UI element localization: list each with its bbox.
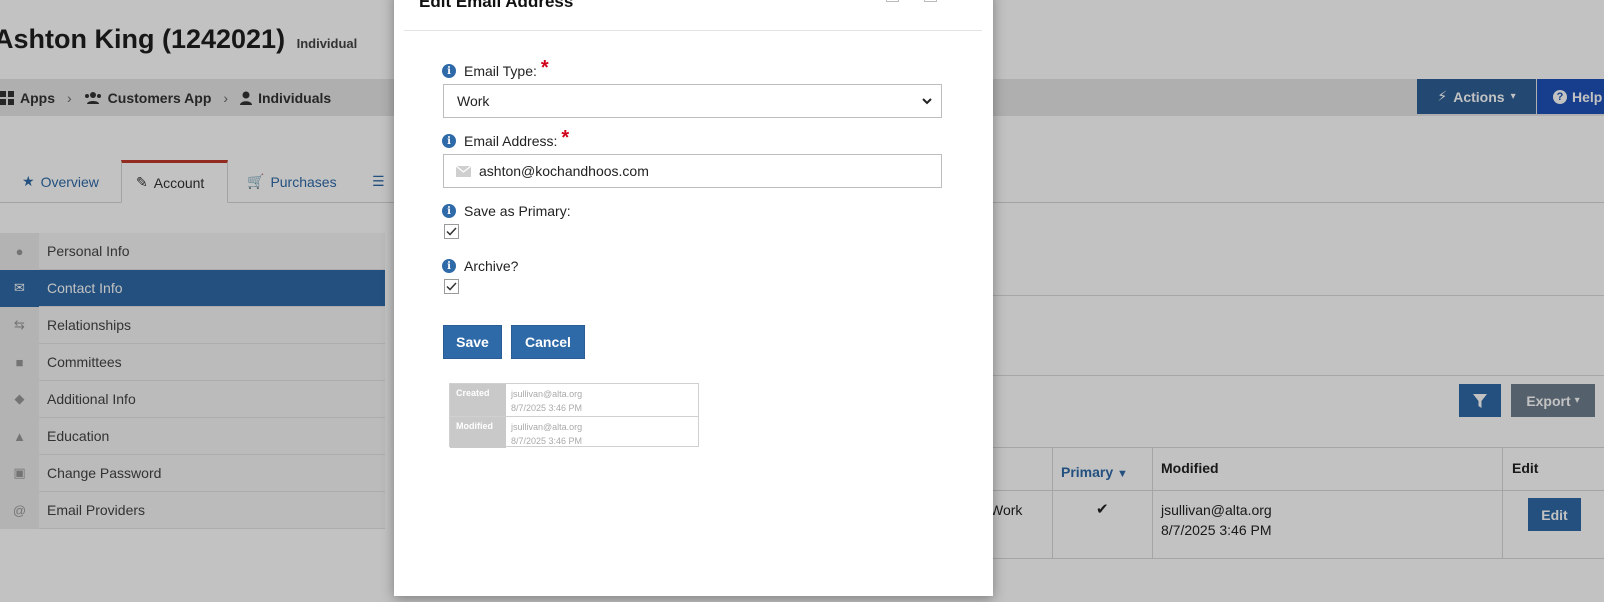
required-asterisk: * (540, 57, 549, 79)
modal-header-divider (404, 30, 982, 31)
checkmark-icon (446, 282, 457, 291)
audit-modified-value: jsullivan@alta.org 8/7/2025 3:46 PM (511, 420, 582, 448)
edit-email-modal: Edit Email Address i Email Type: * Work … (394, 0, 993, 596)
cancel-button[interactable]: Cancel (511, 325, 585, 359)
audit-info-table: Created jsullivan@alta.org 8/7/2025 3:46… (449, 383, 699, 448)
chevron-down-icon (922, 98, 932, 105)
email-type-select[interactable]: Work (443, 84, 942, 118)
audit-modified-at: 8/7/2025 3:46 PM (511, 436, 583, 446)
audit-row-modified: Modified jsullivan@alta.org 8/7/2025 3:4… (450, 416, 698, 448)
audit-created-by: jsullivan@alta.org (511, 389, 583, 399)
email-type-label-text: Email Type: (464, 63, 537, 79)
close-icon[interactable] (924, 0, 937, 2)
archive-checkbox[interactable] (444, 279, 459, 294)
audit-modified-by: jsullivan@alta.org (511, 422, 583, 432)
email-address-field[interactable] (443, 154, 942, 188)
save-primary-label-text: Save as Primary: (464, 203, 571, 219)
info-icon[interactable]: i (442, 134, 456, 148)
info-icon[interactable]: i (442, 64, 456, 78)
envelope-icon (456, 165, 471, 177)
email-address-input[interactable] (479, 163, 919, 179)
archive-label: i Archive? (442, 258, 518, 274)
save-primary-label: i Save as Primary: (442, 203, 571, 219)
email-address-label: i Email Address: * (442, 127, 570, 149)
audit-created-label: Created (450, 384, 506, 416)
modal-title: Edit Email Address (419, 0, 574, 11)
save-primary-checkbox[interactable] (444, 224, 459, 239)
audit-row-created: Created jsullivan@alta.org 8/7/2025 3:46… (450, 384, 698, 416)
required-asterisk: * (561, 127, 570, 149)
archive-label-text: Archive? (464, 258, 519, 274)
email-type-label: i Email Type: * (442, 57, 549, 79)
email-type-value: Work (457, 93, 490, 109)
audit-modified-label: Modified (450, 417, 506, 448)
checkmark-icon (446, 227, 457, 236)
maximize-icon[interactable] (886, 0, 899, 2)
audit-created-at: 8/7/2025 3:46 PM (511, 403, 583, 413)
info-icon[interactable]: i (442, 259, 456, 273)
audit-created-value: jsullivan@alta.org 8/7/2025 3:46 PM (511, 387, 582, 415)
save-button[interactable]: Save (443, 325, 502, 359)
info-icon[interactable]: i (442, 204, 456, 218)
email-address-label-text: Email Address: (464, 133, 558, 149)
